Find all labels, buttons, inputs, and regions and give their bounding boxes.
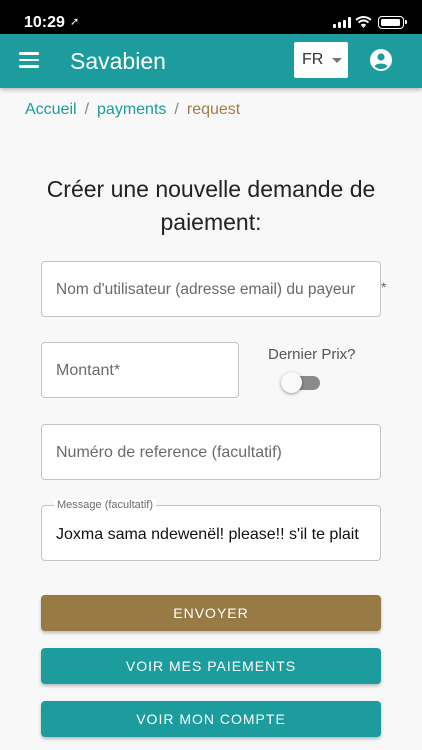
wifi-icon [355,16,372,28]
caret-down-icon [332,58,342,63]
status-time: 10:29 [24,14,65,31]
breadcrumb-separator: / [174,101,179,118]
payer-email-input[interactable]: Nom d'utilisateur (adresse email) du pay… [41,261,381,317]
app-title: Savabien [70,48,166,74]
send-button[interactable]: ENVOYER [41,595,381,631]
language-select[interactable]: FR [294,42,348,78]
message-input[interactable]: Message (facultatif) Joxma sama ndewenël… [41,499,381,561]
account-circle-icon[interactable] [370,49,392,71]
breadcrumb-payments-link[interactable]: payments [97,101,166,118]
breadcrumb-separator: / [84,101,90,118]
message-value: Joxma sama ndewenël! please!! s'il te pl… [56,526,359,543]
message-label: Message (facultatif) [54,499,156,511]
location-arrow-icon: ➚ [70,16,80,28]
required-asterisk: * [381,279,387,295]
hamburger-menu-icon[interactable] [19,52,39,68]
last-price-toggle-thumb[interactable] [281,372,302,393]
breadcrumb: Accueil / payments / request [25,101,240,119]
language-value: FR [302,51,324,68]
reference-placeholder: Numéro de reference (facultatif) [56,444,282,461]
status-bar: 10:29 ➚ [0,0,422,34]
reference-input[interactable]: Numéro de reference (facultatif) [41,424,381,480]
amount-placeholder: Montant* [56,362,121,379]
cellular-signal-icon [333,17,351,28]
payer-email-placeholder: Nom d'utilisateur (adresse email) du pay… [56,281,356,298]
view-account-button[interactable]: VOIR MON COMPTE [41,701,381,737]
breadcrumb-current: request [186,101,241,118]
form-title: Créer une nouvelle demande de paiement: [46,176,376,235]
battery-icon [378,16,407,29]
view-payments-button[interactable]: VOIR MES PAIEMENTS [41,648,381,684]
last-price-label: Dernier Prix? [268,346,356,363]
breadcrumb-home-link[interactable]: Accueil [25,101,77,118]
amount-input[interactable]: Montant* [41,342,239,398]
app-bar: Savabien FR [0,34,422,88]
